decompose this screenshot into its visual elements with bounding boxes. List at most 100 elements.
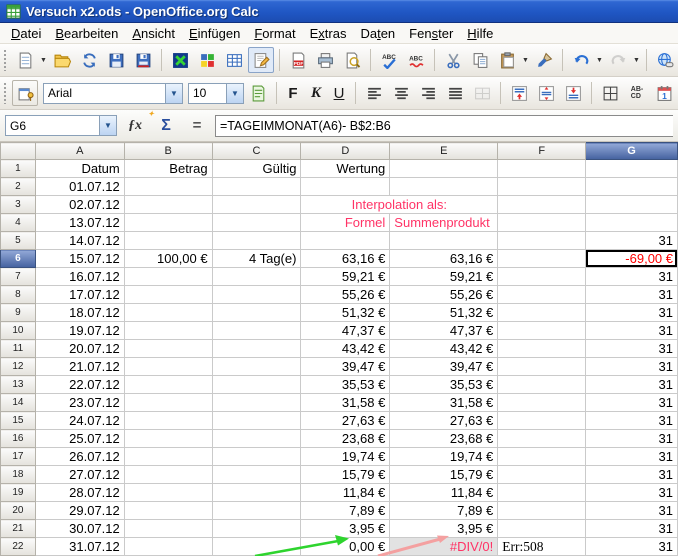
row-header-11[interactable]: 11 [1, 340, 36, 358]
cell-A6[interactable]: 15.07.12 [35, 250, 124, 268]
cell-B6[interactable]: 100,00 € [124, 250, 212, 268]
cell-C13[interactable] [212, 376, 301, 394]
cell-G11[interactable]: 31 [586, 340, 678, 358]
print-button[interactable] [312, 47, 338, 73]
cell-C18[interactable] [212, 466, 301, 484]
cell-A12[interactable]: 21.07.12 [35, 358, 124, 376]
redo-dropdown[interactable]: ▼ [632, 47, 641, 73]
format-paintbrush-button[interactable] [531, 47, 557, 73]
cut-button[interactable] [440, 47, 466, 73]
cell-C22[interactable] [212, 538, 301, 556]
cell-E15[interactable]: 27,63 € [390, 412, 498, 430]
cell-A19[interactable]: 28.07.12 [35, 484, 124, 502]
cell-C16[interactable] [212, 430, 301, 448]
cell-A7[interactable]: 16.07.12 [35, 268, 124, 286]
name-box[interactable]: ▼ [5, 115, 117, 136]
save-as-button[interactable] [130, 47, 156, 73]
cell-D4[interactable]: Formel [301, 214, 390, 232]
cell-A11[interactable]: 20.07.12 [35, 340, 124, 358]
cell-F6[interactable] [498, 250, 586, 268]
cell-F19[interactable] [498, 484, 586, 502]
cell-C5[interactable] [212, 232, 301, 250]
formula-button[interactable]: = [184, 114, 210, 138]
cell-A4[interactable]: 13.07.12 [35, 214, 124, 232]
cell-E21[interactable]: 3,95 € [390, 520, 498, 538]
cell-E20[interactable]: 7,89 € [390, 502, 498, 520]
row-header-8[interactable]: 8 [1, 286, 36, 304]
gallery-button[interactable] [194, 47, 220, 73]
cell-C11[interactable] [212, 340, 301, 358]
export-pdf-button[interactable]: PDF [285, 47, 311, 73]
cell-A13[interactable]: 22.07.12 [35, 376, 124, 394]
menu-daten[interactable]: Daten [353, 24, 402, 43]
cell-E4[interactable]: Summenprodukt [390, 214, 498, 232]
row-header-13[interactable]: 13 [1, 376, 36, 394]
cell-D3[interactable]: Interpolation als: [301, 196, 498, 214]
cell-A21[interactable]: 30.07.12 [35, 520, 124, 538]
row-header-15[interactable]: 15 [1, 412, 36, 430]
col-header-G[interactable]: G [586, 143, 678, 160]
cell-G4[interactable] [586, 214, 678, 232]
cell-G10[interactable]: 31 [586, 322, 678, 340]
menu-bearbeiten[interactable]: Bearbeiten [48, 24, 125, 43]
row-header-21[interactable]: 21 [1, 520, 36, 538]
cell-A22[interactable]: 31.07.12 [35, 538, 124, 556]
col-header-C[interactable]: C [212, 143, 301, 160]
cell-A9[interactable]: 18.07.12 [35, 304, 124, 322]
cell-C15[interactable] [212, 412, 301, 430]
cell-B12[interactable] [124, 358, 212, 376]
font-size-input[interactable] [189, 84, 226, 103]
cell-E16[interactable]: 23,68 € [390, 430, 498, 448]
font-size-combobox[interactable]: ▼ [188, 83, 244, 104]
cell-A5[interactable]: 14.07.12 [35, 232, 124, 250]
cell-F21[interactable] [498, 520, 586, 538]
cell-E19[interactable]: 11,84 € [390, 484, 498, 502]
toolbar-grip[interactable] [3, 82, 8, 104]
cell-G16[interactable]: 31 [586, 430, 678, 448]
cell-A16[interactable]: 25.07.12 [35, 430, 124, 448]
cell-B8[interactable] [124, 286, 212, 304]
cell-E14[interactable]: 31,58 € [390, 394, 498, 412]
col-header-E[interactable]: E [390, 143, 498, 160]
col-header-A[interactable]: A [35, 143, 124, 160]
cell-F1[interactable] [498, 160, 586, 178]
cell-F17[interactable] [498, 448, 586, 466]
cell-reference-input[interactable] [6, 116, 99, 135]
cell-C14[interactable] [212, 394, 301, 412]
cell-A15[interactable]: 24.07.12 [35, 412, 124, 430]
cell-B4[interactable] [124, 214, 212, 232]
cell-F5[interactable] [498, 232, 586, 250]
font-size-dropdown[interactable]: ▼ [226, 84, 243, 103]
new-document-button[interactable] [12, 47, 38, 73]
cell-A8[interactable]: 17.07.12 [35, 286, 124, 304]
cell-G8[interactable]: 31 [586, 286, 678, 304]
document-button[interactable] [245, 80, 271, 106]
col-header-B[interactable]: B [124, 143, 212, 160]
cell-C12[interactable] [212, 358, 301, 376]
row-header-16[interactable]: 16 [1, 430, 36, 448]
row-header-18[interactable]: 18 [1, 466, 36, 484]
spellcheck-button[interactable]: ABC [376, 47, 402, 73]
menu-datei[interactable]: Datei [4, 24, 48, 43]
cell-F15[interactable] [498, 412, 586, 430]
cell-D1[interactable]: Wertung [301, 160, 390, 178]
cell-D17[interactable]: 19,74 € [301, 448, 390, 466]
cell-F18[interactable] [498, 466, 586, 484]
cell-G21[interactable]: 31 [586, 520, 678, 538]
cell-D15[interactable]: 27,63 € [301, 412, 390, 430]
paste-dropdown[interactable]: ▼ [521, 47, 530, 73]
cell-D10[interactable]: 47,37 € [301, 322, 390, 340]
cell-E18[interactable]: 15,79 € [390, 466, 498, 484]
cell-F20[interactable] [498, 502, 586, 520]
cell-C3[interactable] [212, 196, 301, 214]
name-box-dropdown[interactable]: ▼ [99, 116, 116, 135]
cell-E22[interactable]: #DIV/0! [390, 538, 498, 556]
cell-E17[interactable]: 19,74 € [390, 448, 498, 466]
cell-D6[interactable]: 63,16 € [301, 250, 390, 268]
align-right-button[interactable] [415, 80, 441, 106]
cell-D7[interactable]: 59,21 € [301, 268, 390, 286]
paste-button[interactable] [494, 47, 520, 73]
cell-A10[interactable]: 19.07.12 [35, 322, 124, 340]
cell-F2[interactable] [498, 178, 586, 196]
cell-F22[interactable]: Err:508 [498, 538, 586, 556]
